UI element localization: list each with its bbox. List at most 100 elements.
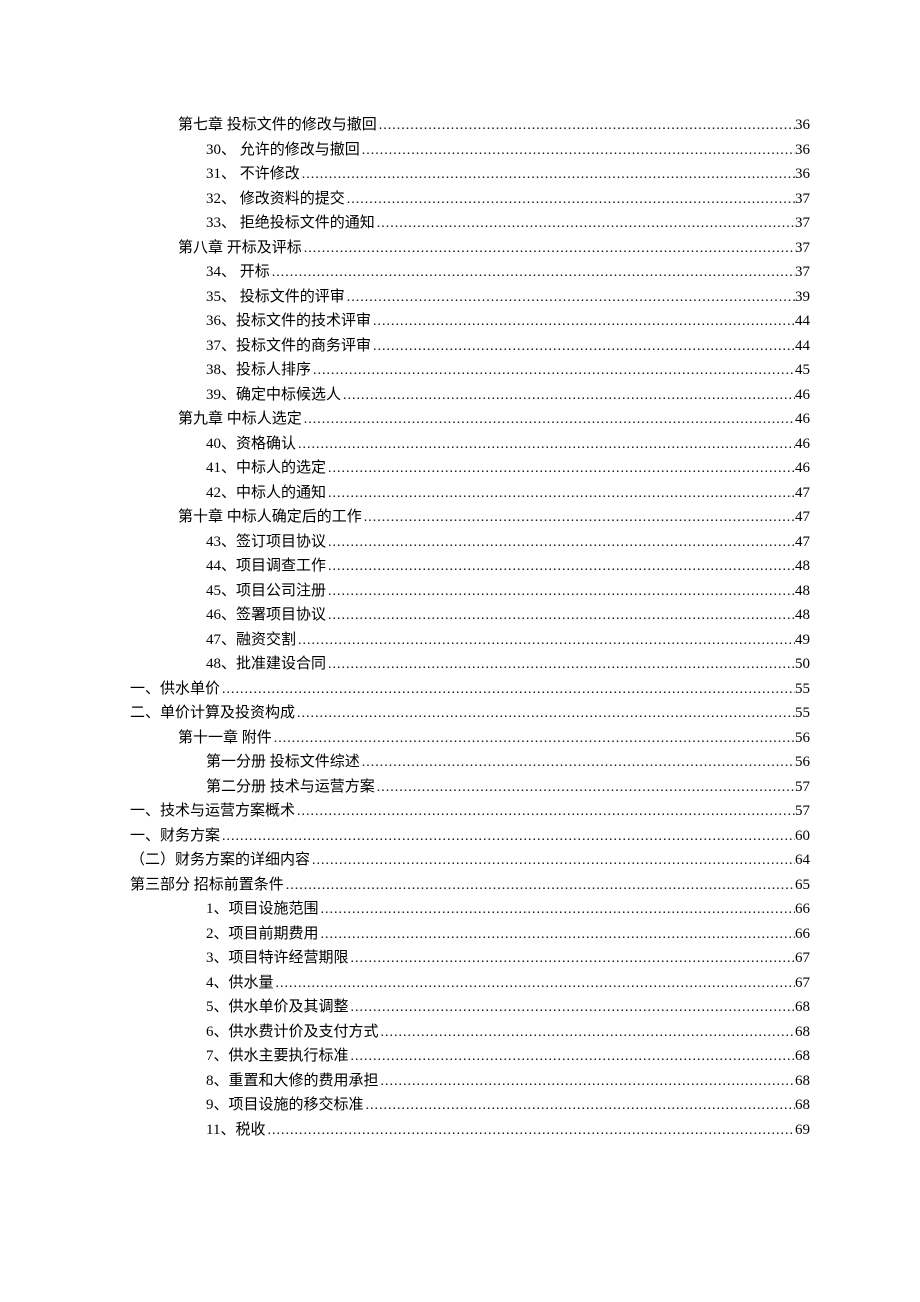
toc-entry: 第七章 投标文件的修改与撤回36: [130, 118, 810, 133]
toc-leader-dots: [379, 1026, 795, 1040]
toc-entry: 第一分册 投标文件综述56: [130, 755, 810, 770]
toc-page-number: 37: [795, 192, 810, 207]
toc-entry: 31、 不许修改36: [130, 167, 810, 182]
toc-page-number: 64: [795, 853, 810, 868]
toc-page-number: 46: [795, 412, 810, 427]
toc-entry: 43、签订项目协议47: [130, 535, 810, 550]
toc-page-number: 57: [795, 804, 810, 819]
toc-leader-dots: [295, 707, 795, 721]
toc-label: 47、融资交割: [206, 633, 296, 648]
toc-entry: 3、项目特许经营期限67: [130, 951, 810, 966]
toc-label: 第二分册 技术与运营方案: [206, 780, 375, 795]
toc-page-number: 56: [795, 731, 810, 746]
toc-page-number: 65: [795, 878, 810, 893]
toc-page-number: 47: [795, 535, 810, 550]
toc-entry: （二）财务方案的详细内容 64: [130, 853, 810, 868]
toc-page-number: 68: [795, 1000, 810, 1015]
toc-label: 35、 投标文件的评审: [206, 290, 345, 305]
toc-label: 40、资格确认: [206, 437, 296, 452]
toc-entry: 46、签署项目协议48: [130, 608, 810, 623]
toc-leader-dots: [326, 487, 795, 501]
toc-label: 第三部分 招标前置条件: [130, 878, 284, 893]
toc-entry: 36、投标文件的技术评审 44: [130, 314, 810, 329]
toc-entry: 一、财务方案60: [130, 829, 810, 844]
toc-leader-dots: [326, 585, 795, 599]
toc-entry: 30、 允许的修改与撤回36: [130, 143, 810, 158]
toc-page-number: 39: [795, 290, 810, 305]
toc-page-number: 36: [795, 167, 810, 182]
toc-leader-dots: [364, 1099, 795, 1113]
toc-label: 32、 修改资料的提交: [206, 192, 345, 207]
toc-page-number: 67: [795, 951, 810, 966]
toc-label: 9、项目设施的移交标准: [206, 1098, 364, 1113]
toc-entry: 1、项目设施范围66: [130, 902, 810, 917]
toc-label: 二、单价计算及投资构成: [130, 706, 295, 721]
toc-entry: 一、供水单价55: [130, 682, 810, 697]
toc-page-number: 47: [795, 486, 810, 501]
toc-page-number: 48: [795, 559, 810, 574]
toc-entry: 35、 投标文件的评审 39: [130, 290, 810, 305]
toc-page-number: 48: [795, 584, 810, 599]
toc-page-number: 37: [795, 265, 810, 280]
toc-label: 44、项目调查工作: [206, 559, 326, 574]
toc-leader-dots: [319, 928, 795, 942]
toc-entry: 第十章 中标人确定后的工作47: [130, 510, 810, 525]
toc-label: 第十一章 附件: [178, 731, 272, 746]
toc-page-number: 37: [795, 216, 810, 231]
toc-page-number: 45: [795, 363, 810, 378]
toc-label: 36、投标文件的技术评审: [206, 314, 371, 329]
toc-page-number: 48: [795, 608, 810, 623]
toc-leader-dots: [270, 266, 795, 280]
toc-leader-dots: [296, 438, 795, 452]
toc-page-number: 44: [795, 314, 810, 329]
toc-leader-dots: [274, 977, 795, 991]
toc-leader-dots: [326, 658, 795, 672]
toc-entry: 40、资格确认 46: [130, 437, 810, 452]
toc-page-number: 44: [795, 339, 810, 354]
toc-leader-dots: [375, 781, 795, 795]
toc-label: 7、供水主要执行标准: [206, 1049, 349, 1064]
toc-leader-dots: [371, 340, 795, 354]
toc-leader-dots: [310, 854, 795, 868]
toc-label: 33、 拒绝投标文件的通知: [206, 216, 375, 231]
toc-label: 37、投标文件的商务评审: [206, 339, 371, 354]
toc-leader-dots: [302, 242, 795, 256]
toc-label: 38、投标人排序: [206, 363, 311, 378]
toc-label: 第八章 开标及评标: [178, 241, 302, 256]
toc-leader-dots: [345, 291, 795, 305]
toc-page-number: 36: [795, 143, 810, 158]
toc-page-number: 68: [795, 1098, 810, 1113]
toc-page-number: 55: [795, 682, 810, 697]
toc-page-number: 57: [795, 780, 810, 795]
toc-leader-dots: [319, 903, 795, 917]
toc-label: 6、供水费计价及支付方式: [206, 1025, 379, 1040]
toc-label: 第七章 投标文件的修改与撤回: [178, 118, 377, 133]
toc-page-number: 46: [795, 437, 810, 452]
toc-leader-dots: [360, 756, 795, 770]
toc-leader-dots: [349, 1050, 795, 1064]
toc-leader-dots: [300, 168, 795, 182]
toc-entry: 41、中标人的选定46: [130, 461, 810, 476]
toc-page-number: 68: [795, 1025, 810, 1040]
toc-entry: 5、供水单价及其调整68: [130, 1000, 810, 1015]
toc-label: 42、中标人的通知: [206, 486, 326, 501]
toc-entry: 8、重置和大修的费用承担68: [130, 1074, 810, 1089]
toc-label: 39、确定中标候选人: [206, 388, 341, 403]
toc-leader-dots: [220, 830, 795, 844]
toc-label: 8、重置和大修的费用承担: [206, 1074, 379, 1089]
toc-label: （二）财务方案的详细内容: [130, 853, 310, 868]
toc-label: 11、税收: [206, 1123, 265, 1138]
toc-leader-dots: [272, 732, 795, 746]
toc-entry: 一、技术与运营方案概术57: [130, 804, 810, 819]
toc-label: 第九章 中标人选定: [178, 412, 302, 427]
toc-entry: 37、投标文件的商务评审 44: [130, 339, 810, 354]
toc-entry: 42、中标人的通知 47: [130, 486, 810, 501]
toc-page-number: 50: [795, 657, 810, 672]
toc-leader-dots: [326, 536, 795, 550]
toc-leader-dots: [349, 952, 795, 966]
toc-leader-dots: [345, 193, 795, 207]
toc-page-number: 66: [795, 927, 810, 942]
toc-entry: 33、 拒绝投标文件的通知 37: [130, 216, 810, 231]
toc-leader-dots: [295, 805, 795, 819]
toc-label: 48、批准建设合同: [206, 657, 326, 672]
